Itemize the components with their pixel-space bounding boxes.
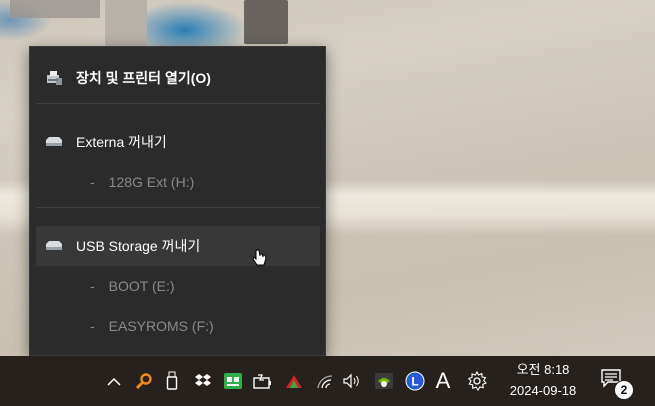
- action-center-button[interactable]: 2: [600, 368, 634, 400]
- pillar: [105, 0, 147, 46]
- nvidia-icon[interactable]: [373, 370, 395, 392]
- gear-icon[interactable]: [466, 370, 488, 392]
- clock-date: 2024-09-18: [509, 383, 577, 398]
- volume-label: BOOT (E:): [108, 278, 175, 294]
- eject-usb-storage-label: USB Storage 꺼내기: [76, 238, 201, 254]
- dropbox-icon[interactable]: [192, 370, 214, 392]
- wifi-icon[interactable]: [314, 370, 336, 392]
- system-clock[interactable]: 오전 8:18 2024-09-18: [498, 359, 588, 401]
- open-devices-label: 장치 및 프린터 열기(O): [76, 70, 211, 86]
- volume-label: 128G Ext (H:): [108, 174, 195, 190]
- drive-icon: [44, 132, 64, 152]
- taskbar: L A 오전 8:18 2024-09-18 2: [0, 356, 655, 406]
- font-a-icon[interactable]: A: [432, 368, 454, 393]
- drive-icon: [44, 236, 64, 256]
- volume-item: - 128G Ext (H:): [90, 167, 194, 197]
- search-magnifier-icon[interactable]: [133, 370, 155, 392]
- dash: -: [90, 278, 95, 294]
- l-circle-icon[interactable]: L: [404, 370, 426, 392]
- volume-item: - BOOT (E:): [90, 271, 175, 301]
- clock-time: 오전 8:18: [516, 362, 570, 377]
- l-glyph: L: [411, 375, 418, 389]
- eject-externa-label: Externa 꺼내기: [76, 134, 167, 150]
- mouse-cursor-icon: [252, 247, 268, 272]
- volume-icon[interactable]: [341, 370, 363, 392]
- volume-item: - EASYROMS (F:): [90, 311, 214, 341]
- safely-remove-hardware-menu: 장치 및 프린터 열기(O) Externa 꺼내기 - 128G Ext (H…: [29, 46, 326, 356]
- green-app-icon[interactable]: [222, 370, 244, 392]
- usb-drive-icon[interactable]: [161, 370, 183, 392]
- pillar: [244, 0, 288, 44]
- volume-label: EASYROMS (F:): [108, 318, 214, 334]
- separator: [36, 103, 320, 104]
- font-a-glyph: A: [435, 368, 451, 393]
- separator: [36, 207, 320, 208]
- red-green-app-icon[interactable]: [283, 370, 305, 392]
- printer-device-icon: [44, 68, 64, 88]
- eject-externa-item[interactable]: Externa 꺼내기: [36, 122, 320, 162]
- open-devices-printers-item[interactable]: 장치 및 프린터 열기(O): [36, 58, 320, 98]
- dash: -: [90, 318, 95, 334]
- bench: [10, 0, 100, 18]
- battery-charging-icon[interactable]: [252, 370, 274, 392]
- chevron-up-icon[interactable]: [103, 370, 125, 392]
- dash: -: [90, 174, 95, 190]
- notification-badge: 2: [614, 380, 634, 400]
- eject-usb-storage-item[interactable]: USB Storage 꺼내기: [36, 226, 320, 266]
